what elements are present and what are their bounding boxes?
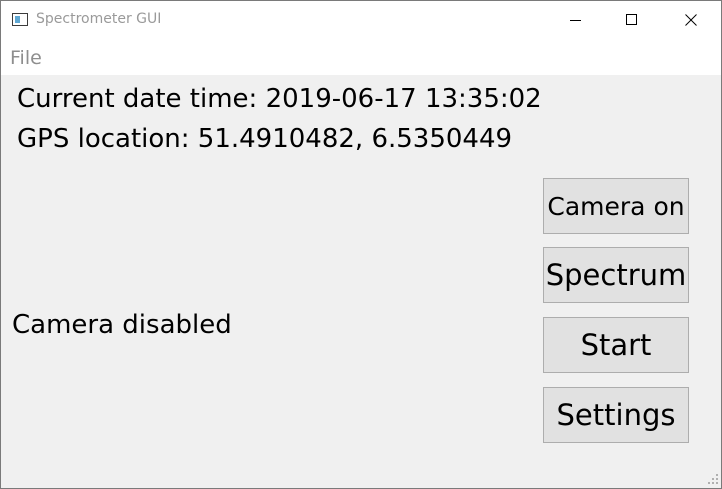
camera-status-label: Camera disabled [12, 310, 232, 340]
app-window-icon [12, 13, 28, 26]
datetime-label: Current date time: 2019-06-17 13:35:02 [17, 84, 542, 114]
close-button[interactable] [668, 1, 714, 39]
menu-file[interactable]: File [10, 47, 42, 69]
minimize-button[interactable] [553, 1, 599, 39]
maximize-icon [626, 14, 637, 25]
gps-location-label: GPS location: 51.4910482, 6.5350449 [17, 124, 513, 154]
settings-button[interactable]: Settings [543, 387, 689, 443]
resize-grip-icon[interactable] [707, 473, 719, 485]
maximize-button[interactable] [609, 1, 655, 39]
window-title: Spectrometer GUI [36, 11, 162, 27]
close-icon [685, 14, 697, 26]
spectrum-button[interactable]: Spectrum [543, 247, 689, 303]
title-bar[interactable]: Spectrometer GUI [1, 1, 721, 39]
minimize-icon [570, 20, 581, 21]
start-button[interactable]: Start [543, 317, 689, 373]
camera-on-button[interactable]: Camera on [543, 178, 689, 234]
menu-bar: File [1, 39, 721, 75]
main-window: Spectrometer GUI File Current date time:… [0, 0, 722, 489]
